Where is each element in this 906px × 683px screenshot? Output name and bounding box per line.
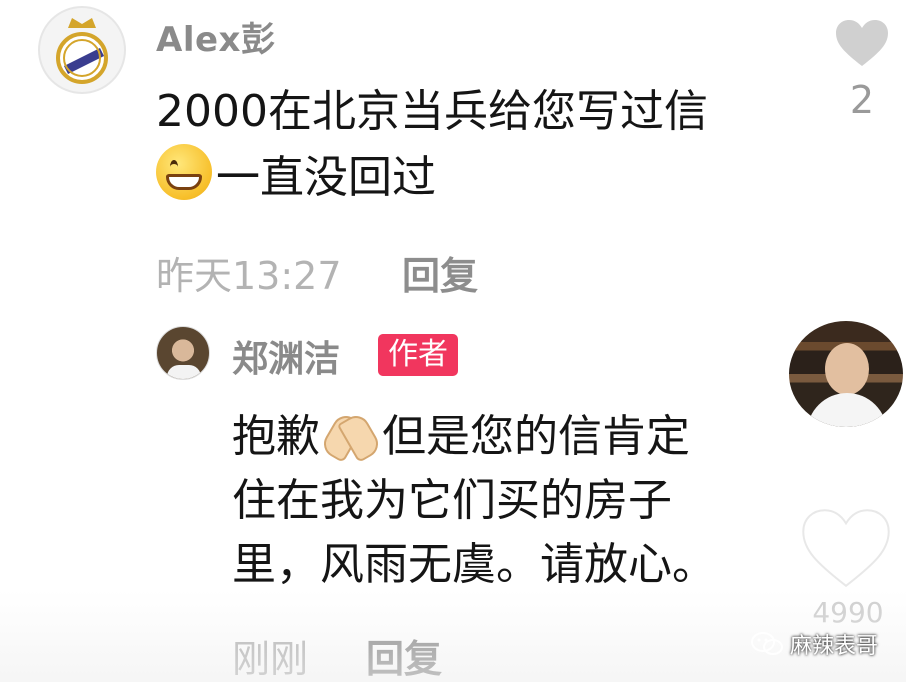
reply-line: 抱歉 [232,411,320,462]
watermark: 麻辣表哥 [750,628,878,660]
comment-line: 2000在北京当兵给您写过信 [156,86,708,137]
reply-line-with-emoji: 抱歉 但是您的信肯定 [232,405,812,469]
like-count: 2 [849,78,875,122]
avatar-shirt [167,365,201,379]
real-madrid-crest-icon [56,18,108,84]
avatar-shirt [807,393,887,427]
reply-timestamp: 刚刚 [232,637,309,681]
reply-button[interactable]: 回复 [366,628,442,683]
username[interactable]: Alex彭 [156,12,275,61]
comment-line-with-emoji: 一直没回过 [156,144,816,210]
grinning-face-icon [156,144,212,200]
avatar-face [825,343,869,395]
reply-button[interactable]: 回复 [402,245,478,300]
comment-timestamp: 昨天13:27 [156,254,342,298]
reply-line: 里，风雨无虞。请放心。 [232,539,716,590]
heart-icon [802,509,890,588]
wechat-icon [751,632,783,655]
creator-avatar[interactable] [786,318,906,430]
video-like-count: 4990 [812,596,884,629]
folded-hands-icon [322,407,380,457]
reply-line: 住在我为它们买的房子 [232,475,672,526]
video-like-button[interactable] [800,506,892,590]
author-badge: 作者 [378,334,458,376]
comment-text: 2000在北京当兵给您写过信 一直没回过 [156,80,816,210]
watermark-text: 麻辣表哥 [790,634,879,659]
reply-line: 但是您的信肯定 [382,411,690,462]
reply-text: 抱歉 但是您的信肯定 住在我为它们买的房子 里，风雨无虞。请放心。 [232,405,812,597]
like-button[interactable] [832,18,892,72]
user-avatar-alex[interactable] [38,6,126,94]
user-avatar-author[interactable] [156,326,210,380]
comment-line: 一直没回过 [216,152,436,203]
heart-icon [836,20,888,66]
username[interactable]: 郑渊洁 [232,330,340,382]
